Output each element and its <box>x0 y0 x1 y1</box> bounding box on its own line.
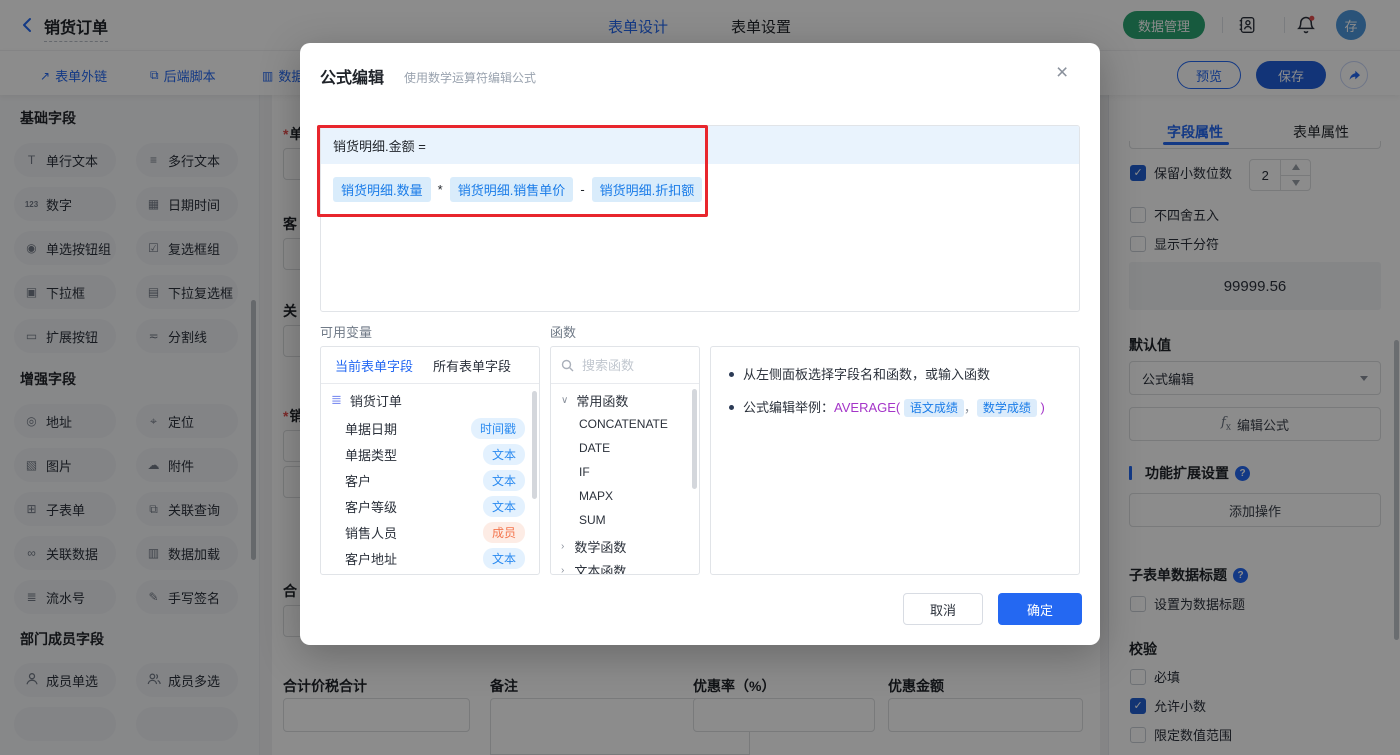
type-badge: 成员 <box>482 521 525 543</box>
tip-line-1: 从左侧面板选择字段名和函数，或输入函数 <box>729 365 1079 384</box>
variable-name: 单据日期 <box>345 421 398 437</box>
close-paren: ) <box>1040 400 1045 415</box>
app: 销货订单 表单设计 表单设置 数据管理 存 ↗ 表单外链 ⧉ 后端脚本 ▥ 数据… <box>0 0 1400 755</box>
type-badge <box>479 574 525 575</box>
group-label: 数学函数 <box>574 539 627 555</box>
variable-row[interactable]: 客户等级 文本 <box>321 493 539 519</box>
bullet-icon <box>729 405 734 410</box>
group-label: 文本函数 <box>574 563 627 575</box>
tip-text: 从左侧面板选择字段名和函数，或输入函数 <box>743 367 991 382</box>
group-math-functions[interactable]: › 数学函数 <box>551 533 699 559</box>
tip-line-2: 公式编辑举例：AVERAGE( 语文成绩，数学成绩 ) <box>729 398 1079 418</box>
field-token[interactable]: 销货明细.数量 <box>333 177 431 202</box>
modal-subtitle: 使用数学运算符编辑公式 <box>404 71 537 85</box>
formula-target-text: 销货明细.金额 = <box>333 138 426 154</box>
function-search-input[interactable] <box>580 356 684 374</box>
functions-panel: ∨ 常用函数 CONCATENATE DATE IF MAPX SUM › 数学函数… <box>550 346 700 575</box>
function-item[interactable]: IF <box>551 459 699 485</box>
variable-row-clipped[interactable] <box>321 571 539 575</box>
chevron-down-icon: ∨ <box>561 394 569 406</box>
type-badge: 文本 <box>482 495 525 517</box>
variable-name: 销售人员 <box>345 525 398 541</box>
type-badge: 文本 <box>482 469 525 491</box>
comma: ， <box>963 400 977 415</box>
group-common-functions[interactable]: ∨ 常用函数 <box>551 387 699 413</box>
tab-current-form-fields[interactable]: 当前表单字段 <box>335 356 413 375</box>
functions-scrollbar[interactable] <box>692 389 697 489</box>
type-badge: 文本 <box>482 547 525 569</box>
function-name: SUM <box>579 513 606 527</box>
chevron-right-icon: › <box>561 540 565 552</box>
variable-row[interactable]: 单据类型 文本 <box>321 441 539 467</box>
formula-expression: 销货明细.数量 * 销货明细.销售单价 - 销货明细.折扣额 <box>321 164 1079 215</box>
function-item[interactable]: DATE <box>551 435 699 461</box>
formula-editor[interactable]: 销货明细.金额 = 销货明细.数量 * 销货明细.销售单价 - 销货明细.折扣额 <box>320 125 1080 312</box>
close-icon[interactable] <box>1056 63 1068 83</box>
field-token[interactable]: 销货明细.销售单价 <box>449 177 574 202</box>
variables-label: 可用变量 <box>320 325 373 340</box>
tree-root-row[interactable]: ≣ 销货订单 <box>321 387 539 413</box>
function-name-average: AVERAGE( <box>834 400 901 415</box>
variable-name: 客户 <box>345 473 372 489</box>
modal-title: 公式编辑 <box>320 70 385 87</box>
search-icon <box>561 359 574 371</box>
tree-root-label: 销货订单 <box>349 393 402 409</box>
variable-name: 单据类型 <box>345 447 398 463</box>
field-token[interactable]: 销货明细.折扣额 <box>591 177 703 202</box>
function-name: DATE <box>579 441 611 455</box>
functions-label: 函数 <box>550 325 577 340</box>
cancel-button[interactable]: 取消 <box>903 593 983 625</box>
formula-target-bar: 销货明细.金额 = <box>321 126 1079 164</box>
formula-editor-modal: 公式编辑 使用数学运算符编辑公式 销货明细.金额 = 销货明细.数量 * 销货明… <box>300 43 1100 645</box>
type-badge: 文本 <box>482 443 525 465</box>
tab-all-form-fields[interactable]: 所有表单字段 <box>433 356 511 375</box>
variable-row[interactable]: 单据日期 时间戳 <box>321 415 539 441</box>
operator: * <box>437 182 443 197</box>
variable-row[interactable]: 销售人员 成员 <box>321 519 539 545</box>
bullet-icon <box>729 372 734 377</box>
group-text-functions[interactable]: › 文本函数 <box>551 557 699 575</box>
group-label: 常用函数 <box>576 393 629 409</box>
variable-row[interactable]: 客户地址 文本 <box>321 545 539 571</box>
operator: - <box>580 182 585 197</box>
document-icon: ≣ <box>331 392 342 407</box>
variable-name: 客户地址 <box>345 551 398 567</box>
tip-example: 公式编辑举例：AVERAGE( 语文成绩，数学成绩 ) <box>743 398 1045 418</box>
example-chip: 数学成绩 <box>976 399 1037 417</box>
variables-scrollbar[interactable] <box>532 391 537 499</box>
chevron-right-icon: › <box>561 564 565 575</box>
function-name: MAPX <box>579 489 614 503</box>
variables-panel: 当前表单字段 所有表单字段 ≣ 销货订单 单据日期 时间戳 单据类型 文本 客户 文本… <box>320 346 540 575</box>
function-item[interactable]: MAPX <box>551 483 699 509</box>
variable-row[interactable]: 客户 文本 <box>321 467 539 493</box>
function-item[interactable]: CONCATENATE <box>551 411 699 437</box>
function-name: CONCATENATE <box>579 417 668 431</box>
function-item[interactable]: SUM <box>551 507 699 533</box>
function-name: IF <box>579 465 590 479</box>
confirm-button[interactable]: 确定 <box>998 593 1082 625</box>
example-chip: 语文成绩 <box>903 399 964 417</box>
tips-panel: 从左侧面板选择字段名和函数，或输入函数 公式编辑举例：AVERAGE( 语文成绩… <box>710 346 1080 575</box>
variable-name: 客户等级 <box>345 499 398 515</box>
type-badge: 时间戳 <box>470 417 525 439</box>
example-label: 公式编辑举例： <box>743 400 835 415</box>
